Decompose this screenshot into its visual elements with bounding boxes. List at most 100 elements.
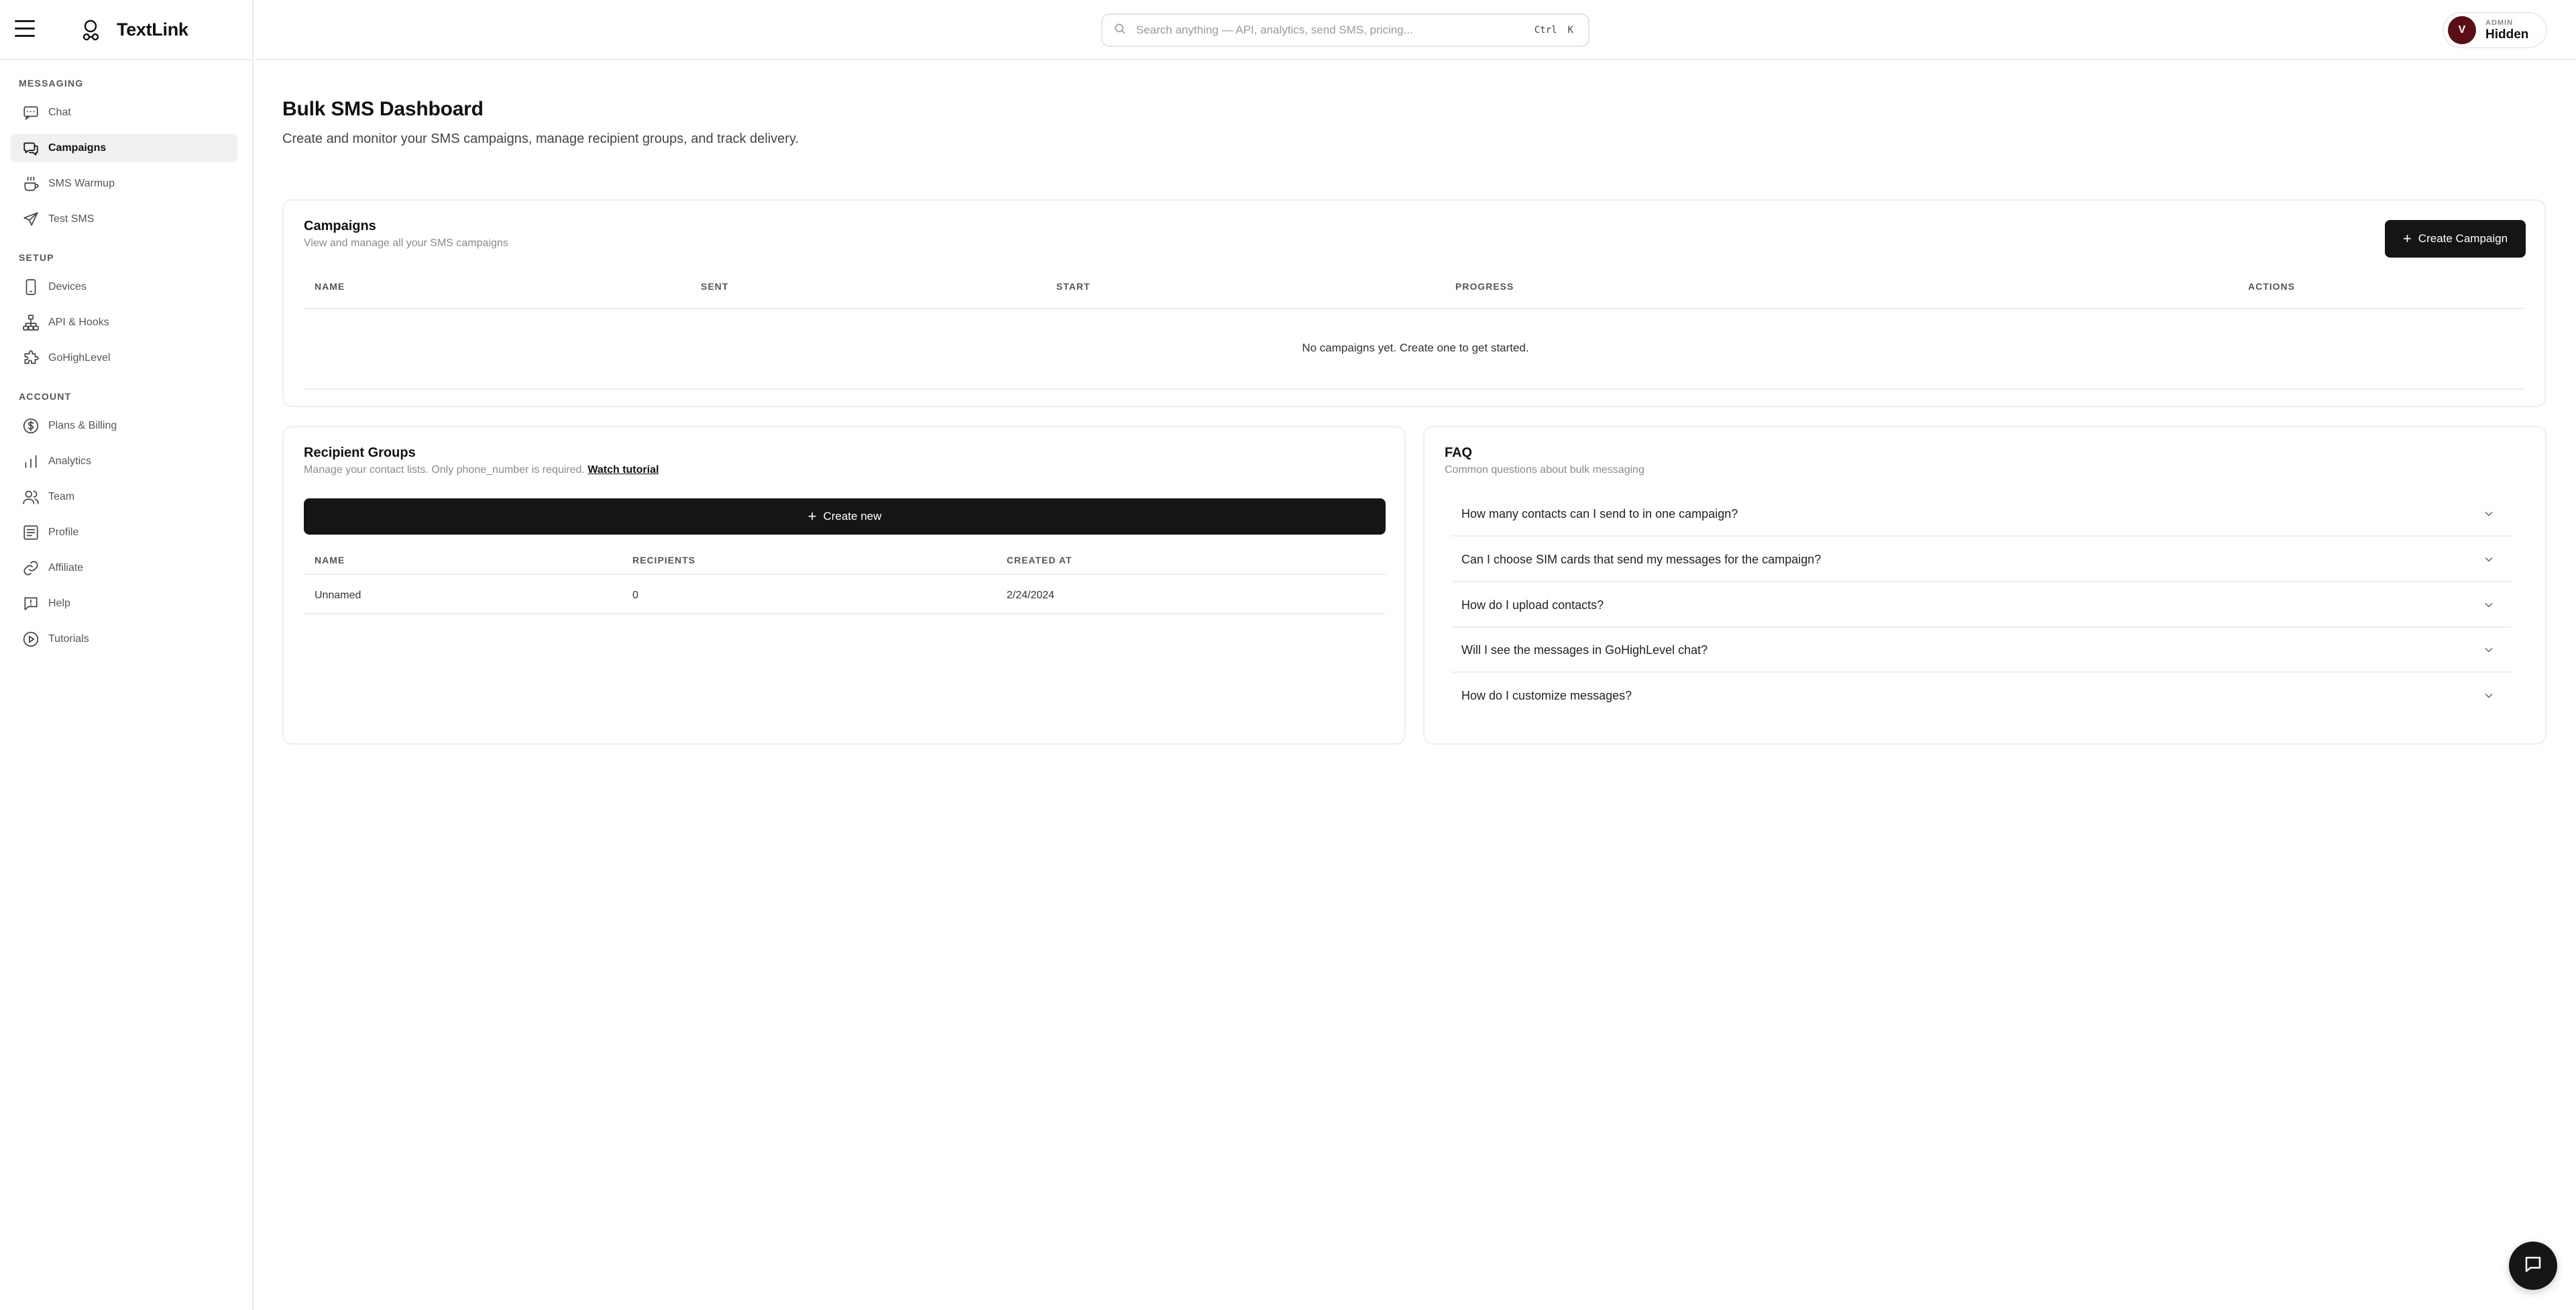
table-divider [304, 308, 2525, 309]
sidebar-item-analytics[interactable]: Analytics [11, 447, 237, 476]
sidebar-item-label: Affiliate [48, 562, 84, 574]
group-recipients: 0 [632, 590, 638, 601]
nav-section-setup: SETUP [19, 252, 54, 263]
create-campaign-button[interactable]: + Create Campaign [2385, 220, 2526, 258]
user-meta: ADMIN Hidden [2485, 19, 2528, 42]
sidebar-item-campaigns[interactable]: Campaigns [11, 134, 237, 162]
sidebar-item-label: SMS Warmup [48, 178, 115, 189]
chevron-down-icon [2482, 689, 2497, 704]
sidebar-item-plans-billing[interactable]: Plans & Billing [11, 412, 237, 440]
profile-icon [17, 518, 44, 547]
faq-subtitle: Common questions about bulk messaging [1445, 464, 1644, 476]
chat-support-button[interactable] [2509, 1242, 2557, 1290]
nav-section-account: ACCOUNT [19, 391, 72, 402]
sidebar-item-label: GoHighLevel [48, 352, 111, 364]
avatar: V [2448, 16, 2476, 44]
table-divider [304, 574, 1386, 575]
nav-section-messaging: MESSAGING [19, 78, 84, 89]
campaigns-title: Campaigns [304, 219, 376, 233]
faq-item[interactable]: Will I see the messages in GoHighLevel c… [1452, 629, 2512, 673]
faq-title: FAQ [1445, 445, 1473, 460]
search-input[interactable]: Search anything — API, analytics, send S… [1101, 13, 1589, 47]
chevron-down-icon [2482, 643, 2497, 658]
send-icon [17, 205, 44, 233]
column-header-name: NAME [315, 281, 345, 292]
recipient-groups-card: Recipient Groups Manage your contact lis… [282, 426, 1406, 745]
column-header-name: NAME [315, 555, 345, 565]
faq-question: Can I choose SIM cards that send my mess… [1461, 553, 1822, 566]
chevron-down-icon [2482, 553, 2497, 567]
sidebar-item-label: Test SMS [48, 213, 95, 225]
chat-bubble-icon [2523, 1254, 2543, 1278]
sidebar-item-label: Help [48, 598, 70, 609]
brand-row: TextLink [0, 0, 254, 60]
create-new-group-button[interactable]: + Create new [304, 498, 1386, 535]
topbar: Search anything — API, analytics, send S… [255, 0, 2576, 60]
sidebar-item-label: Chat [48, 107, 71, 118]
recipient-groups-title: Recipient Groups [304, 445, 416, 460]
network-icon [17, 309, 44, 337]
sidebar-item-tutorials[interactable]: Tutorials [11, 625, 237, 653]
sidebar-item-label: Campaigns [48, 142, 107, 154]
column-header-created-at: CREATED AT [1007, 555, 1072, 565]
sidebar-item-label: Devices [48, 281, 87, 292]
recipient-groups-subtitle: Manage your contact lists. Only phone_nu… [304, 464, 659, 476]
user-name: Hidden [2485, 27, 2529, 42]
faq-question: Will I see the messages in GoHighLevel c… [1461, 643, 1708, 657]
logo-icon [80, 19, 102, 42]
sidebar-item-help[interactable]: Help [11, 590, 237, 618]
search-icon [1113, 22, 1129, 38]
table-divider [304, 613, 1386, 614]
chevron-down-icon [2482, 598, 2497, 613]
create-new-label: Create new [823, 510, 882, 523]
sidebar-item-sms-warmup[interactable]: SMS Warmup [11, 170, 237, 198]
faq-question: How many contacts can I send to in one c… [1461, 507, 1738, 521]
menu-icon[interactable] [15, 20, 35, 38]
column-header-actions: ACTIONS [2248, 281, 2295, 292]
sidebar-item-profile[interactable]: Profile [11, 518, 237, 547]
play-icon [17, 625, 44, 653]
campaigns-subtitle: View and manage all your SMS campaigns [304, 237, 508, 249]
warmup-icon [17, 170, 44, 198]
campaigns-icon [17, 134, 44, 162]
puzzle-icon [17, 344, 44, 372]
team-icon [17, 483, 44, 511]
faq-question: How do I upload contacts? [1461, 598, 1604, 612]
watch-tutorial-link[interactable]: Watch tutorial [587, 464, 659, 476]
bar-chart-icon [17, 447, 44, 476]
sidebar-item-api-hooks[interactable]: API & Hooks [11, 309, 237, 337]
sidebar-item-label: Team [48, 491, 75, 502]
sidebar: TextLink MESSAGING Chat Campaigns SMS Wa… [0, 0, 254, 1310]
faq-item[interactable]: Can I choose SIM cards that send my mess… [1452, 538, 2512, 582]
column-header-sent: SENT [701, 281, 729, 292]
user-role: ADMIN [2485, 18, 2514, 27]
campaigns-card: Campaigns View and manage all your SMS c… [282, 199, 2546, 407]
group-created-at: 2/24/2024 [1007, 590, 1055, 601]
sidebar-item-label: Tutorials [48, 633, 89, 645]
shortcut-key: K [1567, 25, 1573, 36]
page-subtitle: Create and monitor your SMS campaigns, m… [282, 131, 799, 146]
shortcut-modifier: Ctrl [1534, 25, 1557, 36]
sidebar-item-chat[interactable]: Chat [11, 99, 237, 127]
help-icon [17, 590, 44, 618]
faq-question: How do I customize messages? [1461, 689, 1632, 702]
user-menu[interactable]: V ADMIN Hidden [2443, 12, 2547, 48]
sidebar-item-label: Analytics [48, 455, 92, 467]
page-title: Bulk SMS Dashboard [282, 98, 484, 120]
faq-item[interactable]: How do I upload contacts? [1452, 584, 2512, 628]
sidebar-item-label: Plans & Billing [48, 420, 117, 431]
chat-icon [17, 99, 44, 127]
faq-item[interactable]: How do I customize messages? [1452, 674, 2512, 718]
sidebar-item-devices[interactable]: Devices [11, 273, 237, 301]
sidebar-item-team[interactable]: Team [11, 483, 237, 511]
sidebar-item-test-sms[interactable]: Test SMS [11, 205, 237, 233]
sidebar-item-gohighlevel[interactable]: GoHighLevel [11, 344, 237, 372]
group-name: Unnamed [315, 590, 361, 601]
sidebar-item-label: API & Hooks [48, 317, 109, 328]
recipient-groups-subtitle-text: Manage your contact lists. Only phone_nu… [304, 464, 585, 476]
plus-icon: + [807, 508, 817, 525]
faq-item[interactable]: How many contacts can I send to in one c… [1452, 492, 2512, 537]
sidebar-item-affiliate[interactable]: Affiliate [11, 554, 237, 582]
dollar-icon [17, 412, 44, 440]
campaigns-empty-state: No campaigns yet. Create one to get star… [1302, 341, 1529, 354]
